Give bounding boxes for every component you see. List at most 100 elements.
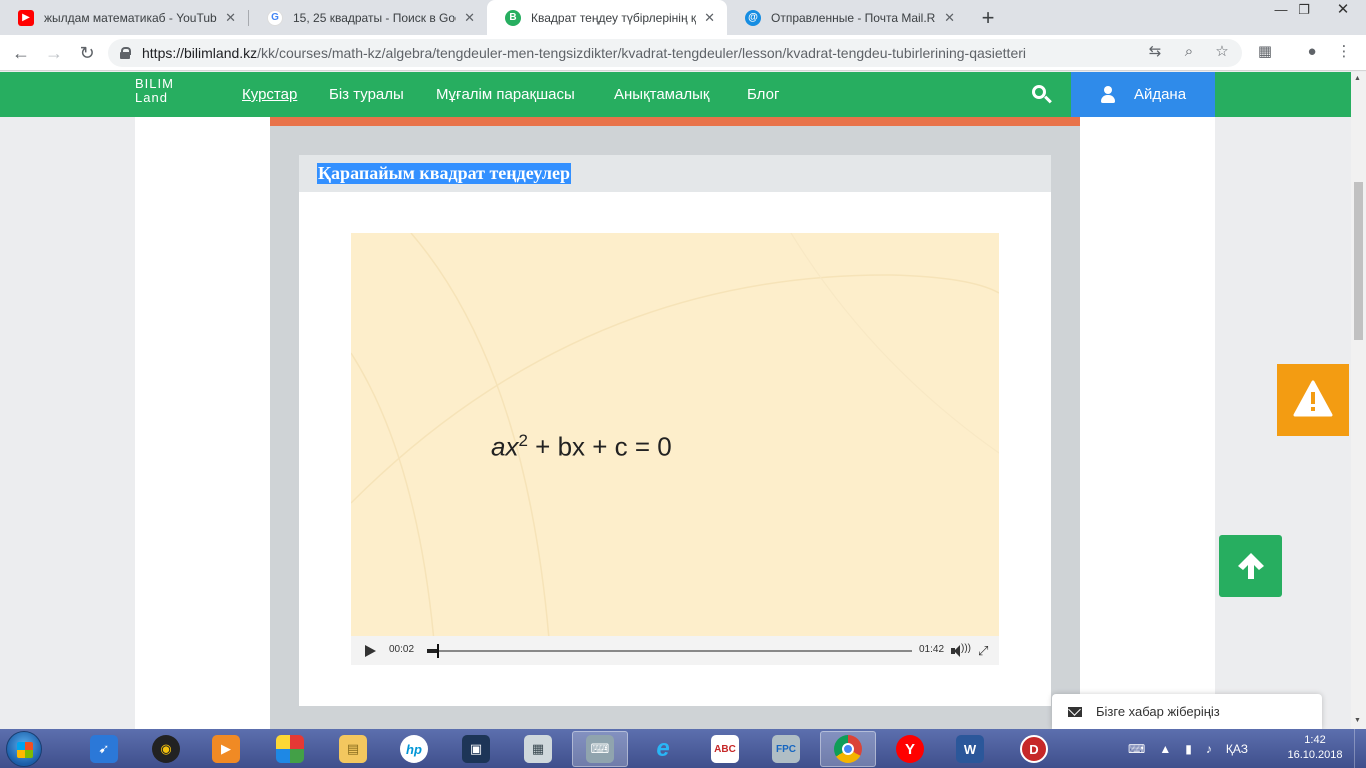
report-error-button[interactable]	[1277, 364, 1349, 436]
tab-mailru[interactable]: @ Отправленные - Почта Mail.Ru ✕	[727, 0, 967, 35]
network-icon[interactable]: ▮	[1185, 742, 1192, 756]
clock-time: 1:42	[1304, 734, 1326, 746]
mail-icon	[1068, 706, 1082, 717]
formula-exponent: 2	[518, 431, 528, 450]
keyboard-app-icon[interactable]: ⌨	[572, 731, 628, 767]
close-icon[interactable]: ✕	[225, 10, 236, 26]
user-icon	[1100, 85, 1116, 104]
page-scrollbar[interactable]: ▲ ▼	[1351, 72, 1366, 729]
arrow-up-icon	[1238, 553, 1264, 579]
new-tab-button[interactable]: +	[976, 5, 1000, 31]
scroll-down-arrow-icon[interactable]: ▼	[1354, 717, 1361, 724]
progress-handle[interactable]	[437, 644, 439, 658]
chrome-icon[interactable]	[820, 731, 876, 767]
speaker-icon[interactable]: ♪	[1206, 742, 1212, 756]
windows-taskbar: ➹ ◉ ▶ ▤ hp ▣ ▦ ⌨ e ABC FPC Y W D ⌨ ▲ ▮ ♪…	[0, 729, 1366, 768]
close-icon[interactable]: ✕	[944, 10, 955, 26]
profile-icon[interactable]: ●	[1301, 41, 1323, 63]
user-account-button[interactable]: Айдана	[1071, 72, 1215, 117]
tab-youtube[interactable]: ▶ жылдам математикаб - YouTube ✕	[0, 0, 248, 35]
formula-rest: + bx + c = 0	[527, 431, 672, 462]
mailru-icon: @	[745, 9, 761, 26]
warning-icon	[1293, 380, 1333, 417]
bookmark-star-icon[interactable]: ☆	[1211, 41, 1233, 63]
rocket-app-icon[interactable]: ➹	[76, 731, 132, 767]
abc-net-icon[interactable]: ABC	[697, 731, 753, 767]
windows-logo-icon	[17, 742, 33, 758]
tab-title: Отправленные - Почта Mail.Ru	[771, 10, 937, 25]
address-bar[interactable]: https://bilimland.kz/kk/courses/math-kz/…	[108, 39, 1242, 67]
card-header: Қарапайым квадрат теңдеулер	[299, 155, 1051, 192]
play-icon[interactable]	[365, 645, 376, 657]
internet-explorer-icon[interactable]: e	[635, 731, 691, 767]
close-icon[interactable]: ✕	[464, 10, 475, 26]
extension-icon[interactable]: ▦	[1254, 41, 1276, 63]
lesson-card: Қарапайым квадрат теңдеулер ax2 + bx + c…	[299, 155, 1051, 706]
video-player[interactable]: ax2 + bx + c = 0 00:02 01:42 ))) ⤢	[351, 233, 999, 665]
user-name: Айдана	[1133, 86, 1187, 103]
google-icon: G	[267, 9, 283, 26]
scroll-up-arrow-icon[interactable]: ▲	[1354, 75, 1361, 82]
nav-courses[interactable]: Курстар	[242, 86, 297, 103]
translate-icon[interactable]: ⇆	[1144, 41, 1166, 63]
duration: 01:42	[919, 644, 945, 655]
word-icon[interactable]: W	[942, 731, 998, 767]
file-explorer-icon[interactable]: ▤	[325, 731, 381, 767]
calculator-icon[interactable]: ▦	[510, 731, 566, 767]
scroll-thumb[interactable]	[1354, 182, 1363, 340]
clock-date: 16.10.2018	[1287, 749, 1343, 761]
youtube-icon: ▶	[18, 9, 34, 26]
system-tray: ⌨ ▲ ▮ ♪ ҚАЗ	[1128, 729, 1262, 768]
reload-button[interactable]: ↻	[75, 41, 99, 65]
progress-track[interactable]	[427, 644, 912, 658]
tray-expand-icon[interactable]: ▲	[1159, 742, 1171, 756]
monitor-app-icon[interactable]: ▣	[448, 731, 504, 767]
zoom-icon[interactable]: ⌕	[1178, 41, 1200, 63]
language-indicator[interactable]: ҚАЗ	[1226, 742, 1248, 756]
search-icon[interactable]	[1030, 83, 1054, 107]
progress-fill	[427, 649, 437, 653]
window-close-button[interactable]: ✕	[1320, 0, 1366, 20]
hp-icon[interactable]: hp	[386, 731, 442, 767]
video-background-decoration	[351, 233, 999, 665]
tab-title: 15, 25 квадраты - Поиск в Google	[293, 10, 456, 25]
nav-blog[interactable]: Блог	[747, 86, 779, 103]
accent-strip	[270, 117, 1080, 126]
tab-title: Квадрат теңдеу түбірлерінің қасиеттері	[531, 10, 697, 25]
video-player-icon[interactable]: ▶	[198, 731, 254, 767]
tab-title: жылдам математикаб - YouTube	[44, 10, 218, 25]
browser-tab-strip: ▶ жылдам математикаб - YouTube ✕ G 15, 2…	[0, 0, 1366, 35]
close-icon[interactable]: ✕	[704, 10, 715, 26]
start-button[interactable]	[6, 731, 42, 767]
menu-icon[interactable]: ⋮	[1333, 41, 1355, 63]
nav-about[interactable]: Біз туралы	[329, 86, 404, 103]
tab-bilimland[interactable]: B Квадрат теңдеу түбірлерінің қасиеттері…	[487, 0, 727, 35]
d-app-icon[interactable]: D	[1006, 731, 1062, 767]
media-player-icon[interactable]: ◉	[138, 731, 194, 767]
lock-icon	[120, 47, 131, 59]
video-controls: 00:02 01:42 ))) ⤢	[351, 636, 999, 665]
current-time: 00:02	[389, 644, 415, 655]
logo-line2: Land	[135, 90, 168, 105]
yandex-icon[interactable]: Y	[882, 731, 938, 767]
feedback-label: Бізге хабар жіберіңіз	[1096, 704, 1220, 719]
fullscreen-icon[interactable]: ⤢	[978, 643, 988, 659]
clock[interactable]: 1:42 16.10.2018	[1285, 733, 1345, 763]
url-path: /kk/courses/math-kz/algebra/tengdeuler-m…	[257, 45, 1027, 61]
back-button[interactable]: ←	[9, 41, 33, 65]
nav-reference[interactable]: Анықтамалық	[614, 86, 709, 103]
tab-google[interactable]: G 15, 25 квадраты - Поиск в Google ✕	[249, 0, 487, 35]
browser-toolbar: ← → ↻ https://bilimland.kz/kk/courses/ma…	[0, 35, 1366, 71]
url-host: https://bilimland.kz	[142, 45, 258, 61]
feedback-widget[interactable]: Бізге хабар жіберіңіз	[1052, 694, 1322, 729]
logo-line1: BILIM	[135, 76, 174, 91]
show-desktop-button[interactable]	[1354, 729, 1366, 768]
keyboard-tray-icon[interactable]: ⌨	[1128, 742, 1145, 756]
puzzle-app-icon[interactable]	[262, 731, 318, 767]
scroll-to-top-button[interactable]	[1219, 535, 1282, 597]
bilimland-icon: B	[505, 9, 521, 26]
forward-button[interactable]: →	[42, 41, 66, 65]
nav-teacher-page[interactable]: Мұғалім парақшасы	[436, 86, 575, 103]
bilimland-logo[interactable]: BILIM Land	[135, 77, 174, 105]
fpc-icon[interactable]: FPC	[758, 731, 814, 767]
